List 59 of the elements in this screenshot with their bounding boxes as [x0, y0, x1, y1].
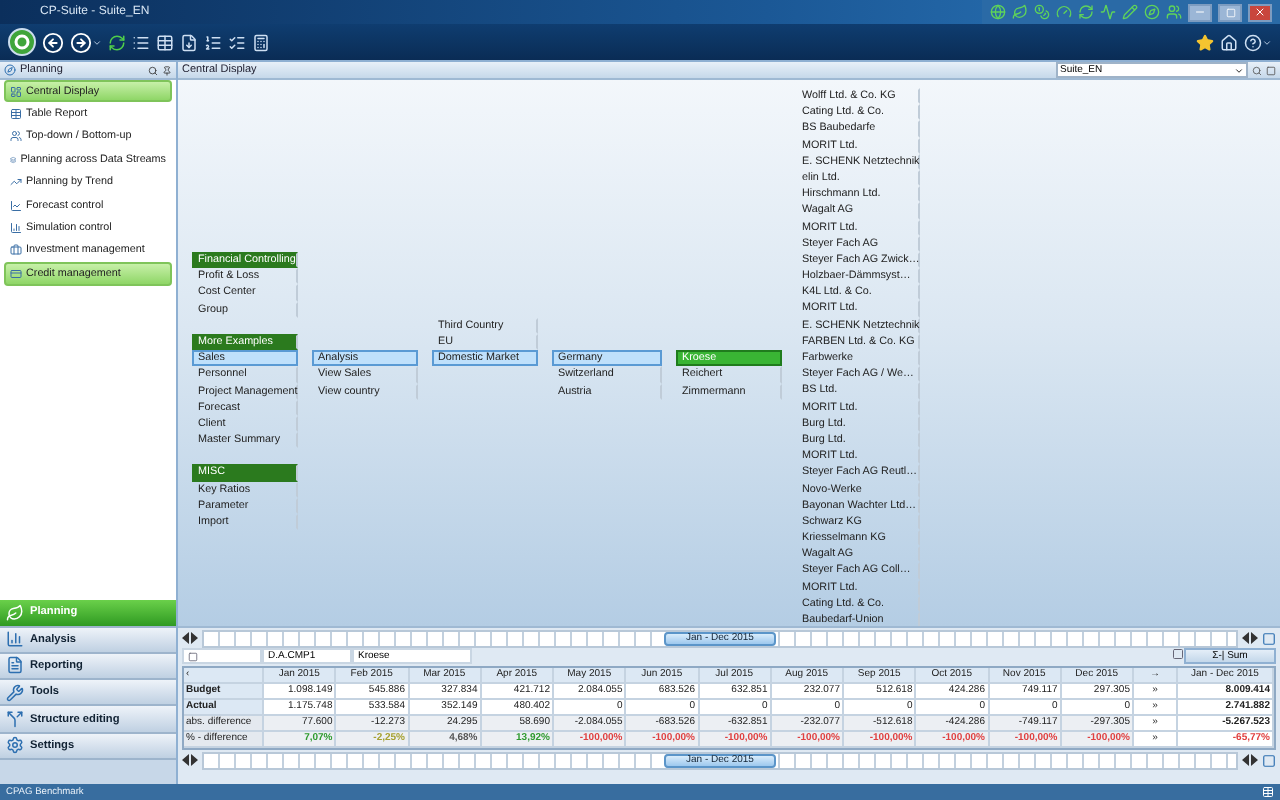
table-icon: [10, 108, 22, 121]
dashboard-icon: [10, 85, 22, 98]
table-button[interactable]: [156, 33, 174, 51]
arrows-icon[interactable]: [182, 632, 198, 644]
minimize-button[interactable]: [1188, 3, 1212, 21]
forward-button[interactable]: [70, 31, 102, 53]
pulse-icon[interactable]: [1100, 4, 1116, 20]
maximize-icon: [1225, 7, 1235, 17]
window-icon[interactable]: [1262, 753, 1276, 767]
download-button[interactable]: [180, 33, 198, 51]
checkbox-icon[interactable]: [1172, 648, 1184, 660]
search-icon[interactable]: [148, 65, 158, 75]
maximize-button[interactable]: [1218, 3, 1242, 21]
close-button[interactable]: [1248, 3, 1272, 21]
bar-chart-icon: [10, 222, 22, 235]
logo-icon: [8, 28, 36, 56]
caret-icon: [1262, 37, 1272, 47]
favorites-button[interactable]: [1196, 33, 1214, 51]
wrench-icon: [6, 683, 24, 702]
grid-icon[interactable]: [1262, 786, 1274, 798]
calculator-button[interactable]: [252, 33, 270, 51]
arrows-icon[interactable]: [182, 754, 198, 766]
users-icon: [10, 130, 22, 143]
leaf-icon[interactable]: [1012, 4, 1028, 20]
gauge-icon[interactable]: [1056, 4, 1072, 20]
ordered-list-button[interactable]: [204, 33, 222, 51]
users-icon[interactable]: [1166, 4, 1182, 20]
leaf-icon: [6, 603, 24, 622]
arrows-icon[interactable]: [1242, 754, 1258, 766]
caret-icon: [1234, 65, 1244, 75]
globe-icon[interactable]: [990, 4, 1006, 20]
bar-chart-icon: [6, 630, 24, 649]
checkbox-icon[interactable]: [188, 651, 198, 661]
settings-icon: [6, 736, 24, 755]
compass-icon[interactable]: [1144, 4, 1160, 20]
window-icon[interactable]: [1266, 65, 1276, 75]
close-icon: [1254, 6, 1266, 18]
caret-icon: [92, 37, 102, 47]
layers-icon: [10, 153, 17, 166]
home-button[interactable]: [1220, 33, 1238, 51]
arrows-icon[interactable]: [1242, 632, 1258, 644]
coins-icon[interactable]: [1034, 4, 1050, 20]
pencil-icon[interactable]: [1122, 4, 1138, 20]
window-icon[interactable]: [1262, 631, 1276, 645]
minimize-icon: [1194, 6, 1206, 18]
compass-icon: [4, 64, 16, 76]
back-button[interactable]: [42, 31, 64, 53]
list-button[interactable]: [132, 33, 150, 51]
help-button[interactable]: [1244, 33, 1272, 51]
briefcase-icon: [10, 244, 22, 257]
refresh-icon[interactable]: [1078, 4, 1094, 20]
pin-icon[interactable]: [162, 65, 172, 75]
search-icon[interactable]: [1252, 65, 1262, 75]
trend-icon: [10, 176, 22, 189]
checklist-button[interactable]: [228, 33, 246, 51]
chart-icon: [10, 199, 22, 212]
refresh-button[interactable]: [108, 33, 126, 51]
credit-card-icon: [10, 267, 22, 280]
document-icon: [6, 656, 24, 675]
